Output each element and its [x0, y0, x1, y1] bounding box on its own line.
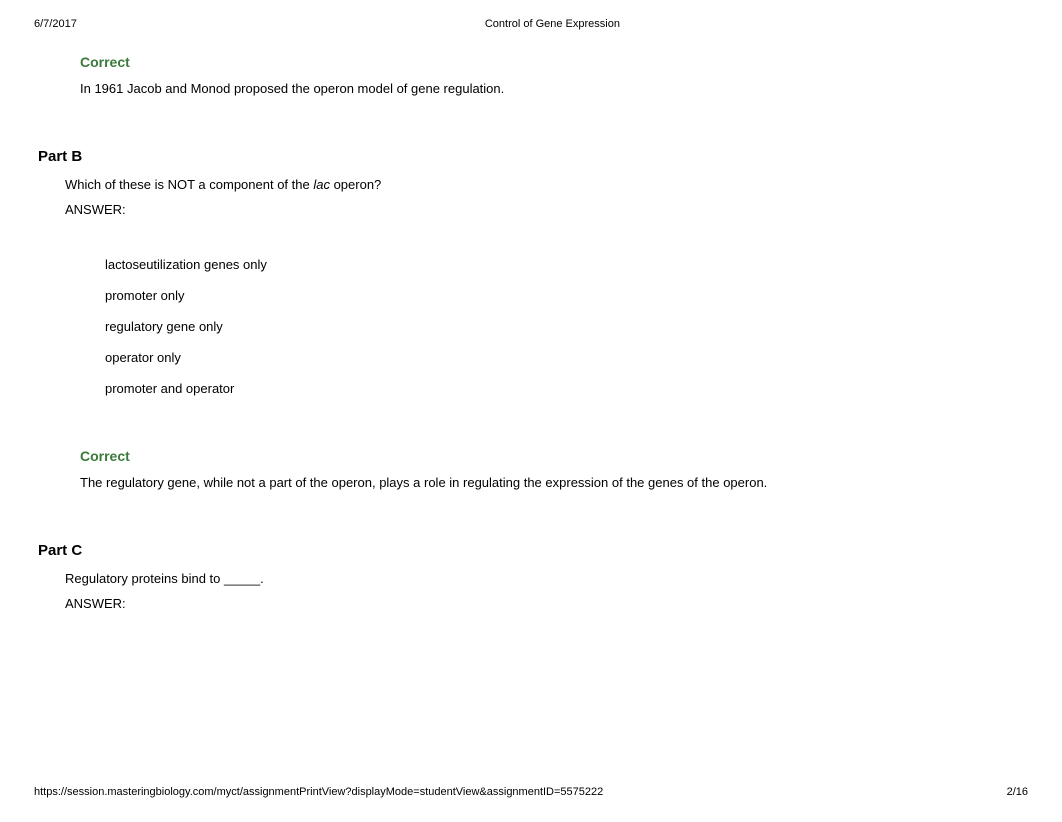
options-list: lactoseutilization genes only promoter o…: [105, 257, 1024, 396]
correct-badge: Correct: [80, 448, 1024, 464]
part-c-question: Regulatory proteins bind to _____.: [65, 571, 1024, 586]
footer-url: https://session.masteringbiology.com/myc…: [34, 786, 603, 798]
header-title: Control of Gene Expression: [34, 18, 1028, 30]
answer-label: ANSWER:: [65, 202, 1024, 217]
option-item: regulatory gene only: [105, 319, 1024, 334]
explanation-text: The regulatory gene, while not a part of…: [80, 474, 1024, 492]
explanation-text: In 1961 Jacob and Monod proposed the ope…: [80, 80, 1024, 98]
part-c-heading: Part C: [38, 542, 1024, 559]
option-item: lactoseutilization genes only: [105, 257, 1024, 272]
option-item: promoter and operator: [105, 381, 1024, 396]
answer-label: ANSWER:: [65, 596, 1024, 611]
header-date: 6/7/2017: [34, 18, 77, 30]
option-item: operator only: [105, 350, 1024, 365]
option-item: promoter only: [105, 288, 1024, 303]
part-b-heading: Part B: [38, 148, 1024, 165]
question-suffix: operon?: [330, 177, 381, 192]
footer-page: 2/16: [1007, 786, 1028, 798]
content-area: Correct In 1961 Jacob and Monod proposed…: [38, 54, 1024, 621]
question-italic: lac: [313, 177, 330, 192]
page-header: 6/7/2017 Control of Gene Expression: [34, 18, 1028, 30]
page-footer: https://session.masteringbiology.com/myc…: [34, 786, 1028, 798]
question-prefix: Which of these is NOT a component of the: [65, 177, 313, 192]
correct-badge: Correct: [80, 54, 1024, 70]
part-b-question: Which of these is NOT a component of the…: [65, 177, 1024, 192]
